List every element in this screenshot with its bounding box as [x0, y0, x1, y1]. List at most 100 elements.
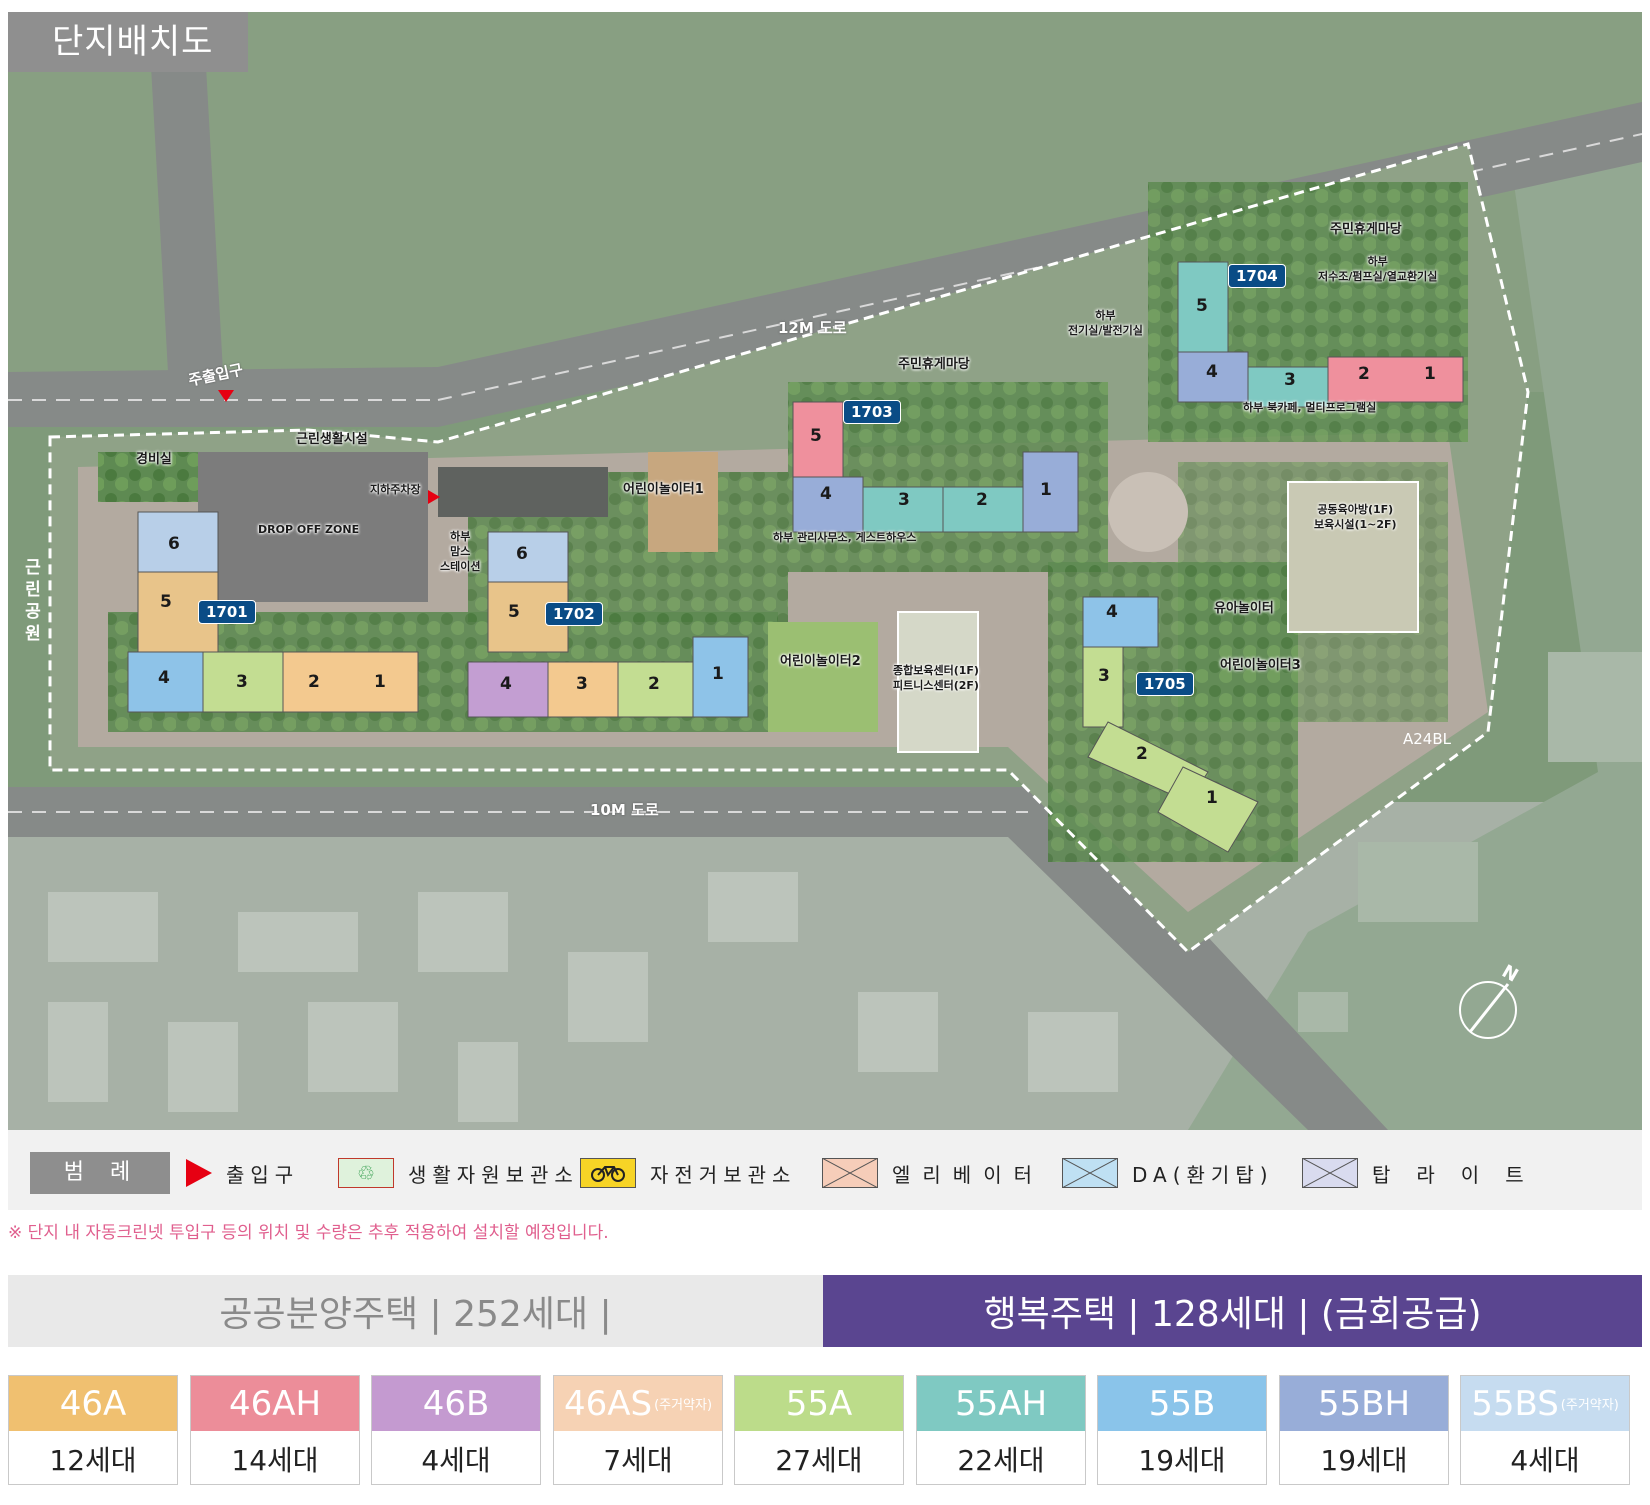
unit-number: 5 — [508, 602, 520, 622]
happy-housing-banner: 행복주택 | 128세대 | (금회공급) — [823, 1275, 1642, 1347]
playground-3-label: 어린이놀이터3 — [1220, 658, 1301, 673]
road-label-north: 12M 도로 — [778, 319, 847, 337]
unit-type-count: 12세대 — [49, 1443, 137, 1477]
unit-number: 2 — [648, 674, 660, 694]
unit-type-card: 55A 27세대 — [734, 1375, 904, 1485]
building-number: 1705 — [1136, 672, 1194, 696]
moms-station-label: 하부 맘스 스테이션 — [440, 530, 481, 573]
electric-room-label: 하부 전기실/발전기실 — [1068, 309, 1143, 337]
bicycle-icon — [580, 1158, 636, 1188]
unit-number: 1 — [1424, 364, 1436, 384]
parking-label: 지하주차장 — [370, 483, 421, 496]
unit-type-label: 46AS — [563, 1383, 653, 1424]
unit-number: 5 — [1196, 296, 1208, 316]
unit-type-card: 46A 12세대 — [8, 1375, 178, 1485]
toplight-icon — [1302, 1158, 1358, 1188]
unit-number: 1 — [1206, 788, 1218, 808]
unit-number: 1 — [712, 664, 724, 684]
unit-type-note: (주거약자) — [654, 1398, 713, 1413]
unit-type-card: 46AH 14세대 — [190, 1375, 360, 1485]
unit-type-count: 7세대 — [603, 1443, 673, 1477]
unit-number: 2 — [308, 672, 320, 692]
toddler-playground-label: 유아놀이터 — [1214, 601, 1274, 616]
legend: 범례 출입구 ♲ 생활자원보관소 자전거보관소 엘리베이터 DA(환기탑) 탑라… — [8, 1130, 1642, 1210]
entrance-triangle-icon — [186, 1159, 212, 1187]
legend-item-toplight: 탑라이트 — [1302, 1152, 1550, 1194]
unit-type-label: 46B — [422, 1383, 490, 1424]
unit-type-label: 46A — [59, 1383, 127, 1424]
unit-number: 1 — [1040, 480, 1052, 500]
unit-type-name: 55B — [1098, 1376, 1266, 1431]
rest-yard-label: 주민휴게마당 — [898, 357, 970, 372]
unit-type-card: 55AH 22세대 — [916, 1375, 1086, 1485]
unit-type-card: 46B 4세대 — [371, 1375, 541, 1485]
unit-type-count: 19세대 — [1320, 1443, 1408, 1477]
unit-number: 6 — [168, 534, 180, 554]
unit-type-name: 46AS (주거약자) — [554, 1376, 722, 1431]
unit-type-label: 46AH — [228, 1383, 322, 1424]
unit-number: 4 — [500, 674, 512, 694]
legend-item-ventilation: DA(환기탑) — [1062, 1152, 1274, 1194]
retail-label: 근린생활시설 — [296, 432, 368, 447]
unit-number: 2 — [976, 490, 988, 510]
unit-type-card: 46AS (주거약자) 7세대 — [553, 1375, 723, 1485]
building-number: 1701 — [198, 600, 256, 624]
building-number: 1702 — [545, 602, 603, 626]
legend-item-elevator: 엘리베이터 — [822, 1152, 1044, 1194]
legend-label: 엘리베이터 — [892, 1162, 1044, 1187]
unit-type-card: 55B 19세대 — [1097, 1375, 1267, 1485]
unit-number: 5 — [160, 592, 172, 612]
unit-type-name: 55BH — [1280, 1376, 1448, 1431]
unit-type-label: 55A — [785, 1383, 853, 1424]
legend-title: 범례 — [30, 1152, 170, 1194]
unit-type-count: 27세대 — [775, 1443, 863, 1477]
ventilation-icon — [1062, 1158, 1118, 1188]
unit-number: 2 — [1136, 744, 1148, 764]
guard-house-label: 경비실 — [136, 452, 172, 467]
footnote: ※ 단지 내 자동크린넷 투입구 등의 위치 및 수량은 추후 적용하여 설치할… — [8, 1223, 609, 1243]
unit-number: 5 — [810, 426, 822, 446]
unit-number: 4 — [820, 484, 832, 504]
unit-number: 3 — [236, 672, 248, 692]
elevator-icon — [822, 1158, 878, 1188]
recycle-icon: ♲ — [338, 1158, 394, 1188]
unit-number: 4 — [1106, 602, 1118, 622]
unit-type-count: 19세대 — [1138, 1443, 1226, 1477]
unit-type-count: 4세대 — [421, 1443, 491, 1477]
unit-type-list: 46A 12세대 46AH 14세대 46B 4세대 46AS (주거약자) 7세대 55A 27세… — [8, 1375, 1642, 1485]
building-number: 1703 — [843, 400, 901, 424]
nursery-label: 공동육아방(1F) 보육시설(1~2F) — [1314, 503, 1397, 531]
unit-type-count: 22세대 — [957, 1443, 1045, 1477]
unit-number: 3 — [898, 490, 910, 510]
rest-yard-label: 주민휴게마당 — [1330, 222, 1402, 237]
legend-item-entrance: 출입구 — [186, 1152, 299, 1194]
map-title: 단지배치도 — [8, 12, 248, 72]
unit-type-card: 55BH 19세대 — [1279, 1375, 1449, 1485]
unit-type-name: 55BS (주거약자) — [1461, 1376, 1629, 1431]
unit-type-card: 55BS (주거약자) 4세대 — [1460, 1375, 1630, 1485]
unit-type-label: 55AH — [954, 1383, 1048, 1424]
unit-number: 3 — [576, 674, 588, 694]
unit-type-note: (주거약자) — [1560, 1398, 1619, 1413]
unit-number: 4 — [1206, 362, 1218, 382]
playground-1-label: 어린이놀이터1 — [623, 482, 704, 497]
public-housing-banner: 공공분양주택 | 252세대 | — [8, 1275, 823, 1347]
unit-type-name: 46A — [9, 1376, 177, 1431]
neighbor-block-label: A24BL — [1403, 730, 1451, 748]
site-plan-drawing: N — [8, 12, 1642, 1130]
building-number: 1704 — [1228, 264, 1286, 288]
unit-type-name: 46AH — [191, 1376, 359, 1431]
playground-2-label: 어린이놀이터2 — [780, 654, 861, 669]
site-plan-map: N 단지배치도 12M 도로 10M 도로 주출입구 근린공원 A24BL 17… — [8, 12, 1642, 1130]
legend-label: DA(환기탑) — [1132, 1162, 1274, 1187]
book-cafe-label: 하부 북카페, 멀티프로그램실 — [1243, 401, 1377, 414]
unit-type-name: 46B — [372, 1376, 540, 1431]
unit-number: 4 — [158, 668, 170, 688]
legend-label: 출입구 — [226, 1162, 300, 1187]
unit-number: 1 — [374, 672, 386, 692]
unit-type-label: 55BS — [1471, 1383, 1559, 1424]
legend-label: 생활자원보관소 — [408, 1162, 579, 1187]
legend-label: 탑라이트 — [1372, 1162, 1550, 1187]
road-label-south: 10M 도로 — [590, 801, 659, 819]
legend-label: 자전거보관소 — [650, 1162, 797, 1187]
